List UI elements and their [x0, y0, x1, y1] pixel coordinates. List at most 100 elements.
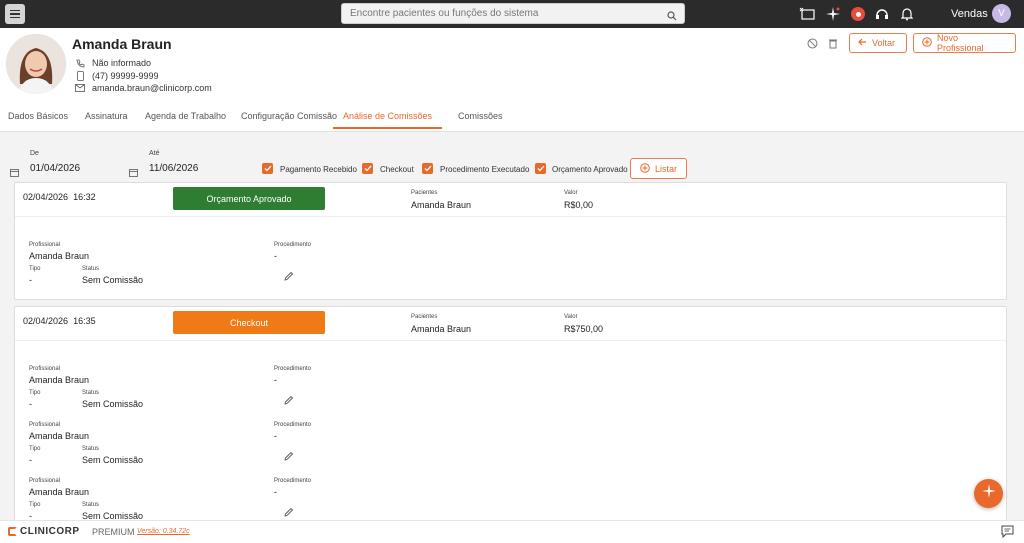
tab-analise-de-comissoes[interactable]: Análise de Comissões [333, 111, 443, 129]
delete-icon[interactable] [828, 36, 838, 54]
record-icon[interactable] [849, 5, 867, 23]
search-placeholder: Encontre pacientes ou funções do sistema [350, 8, 539, 19]
support-chat-icon[interactable] [798, 5, 816, 23]
status-label: Status [82, 446, 100, 452]
list-button[interactable]: Listar [630, 158, 687, 179]
card-date: 02/04/2026 [23, 192, 69, 202]
patient-label: Pacientes [411, 190, 438, 196]
commission-entry: Profissional Amanda Braun Procedimento -… [15, 475, 415, 521]
professional-label: Profissional [29, 242, 61, 248]
status-badge[interactable]: Checkout [173, 311, 325, 334]
user-name-label[interactable]: Vendas [951, 8, 988, 20]
card-time: 16:35 [73, 316, 96, 326]
status-badge[interactable]: Orçamento Aprovado [173, 187, 325, 210]
phone-fixed-value: Não informado [92, 58, 152, 68]
patient-name: Amanda Braun [411, 324, 472, 334]
search-icon[interactable] [667, 8, 677, 26]
back-button[interactable]: Voltar [849, 33, 907, 53]
type-label: Tipo [29, 390, 41, 396]
card-header: 02/04/2026 16:32 Orçamento Aprovado Paci… [15, 183, 1006, 217]
arrow-left-icon [858, 38, 867, 48]
email-icon [75, 84, 85, 92]
checkbox-checkout[interactable] [362, 163, 373, 174]
from-date-label: De [30, 150, 39, 157]
tab-agenda-de-trabalho[interactable]: Agenda de Trabalho [145, 111, 226, 121]
value-amount: R$0,00 [564, 200, 594, 210]
version-link[interactable]: Versão: 0.34.72c [137, 528, 190, 535]
phone-mobile-value: (47) 99999-9999 [92, 71, 159, 81]
checkbox-orcamento-aprovado[interactable] [535, 163, 546, 174]
chat-icon[interactable] [1001, 525, 1014, 543]
headset-icon[interactable] [873, 5, 891, 23]
tab-comissoes[interactable]: Comissões [458, 111, 503, 121]
plus-circle-icon [640, 162, 650, 175]
logo-mark-icon [8, 527, 17, 536]
checkbox-pagamento-recebido[interactable] [262, 163, 273, 174]
professional-value: Amanda Braun [29, 251, 90, 261]
status-value: Sem Comissão [82, 275, 144, 285]
clinicorp-logo: CLINICORP [8, 526, 80, 537]
plus-circle-icon [922, 37, 932, 49]
edit-pencil-icon[interactable] [284, 392, 294, 410]
edit-pencil-icon[interactable] [284, 504, 294, 521]
phone-fixed-row: Não informado [75, 58, 151, 68]
calendar-icon[interactable] [129, 164, 138, 182]
sparkle-icon [981, 483, 997, 504]
professional-label: Profissional [29, 422, 61, 428]
patient-name: Amanda Braun [411, 200, 472, 210]
procedure-label: Procedimento [274, 478, 312, 484]
card-header: 02/04/2026 16:35 Checkout Pacientes Aman… [15, 307, 1006, 341]
profile-tabs: Dados Básicos Assinatura Agenda de Traba… [0, 108, 1024, 132]
type-value: - [29, 399, 32, 409]
type-label: Tipo [29, 446, 41, 452]
status-value: Sem Comissão [82, 399, 144, 409]
tab-configuracao-comissao[interactable]: Configuração Comissão [241, 111, 337, 121]
card-date: 02/04/2026 [23, 316, 69, 326]
card-datetime: 02/04/2026 16:32 [23, 192, 96, 202]
list-button-label: Listar [654, 163, 677, 174]
phone-icon [75, 59, 85, 68]
checkbox-procedimento-executado[interactable] [422, 163, 433, 174]
professional-name: Amanda Braun [72, 36, 172, 52]
commission-entry: Profissional Amanda Braun Procedimento -… [15, 363, 415, 415]
calendar-icon[interactable] [10, 164, 19, 182]
professional-label: Profissional [29, 478, 61, 484]
commission-card: 02/04/2026 16:32 Orçamento Aprovado Paci… [14, 182, 1007, 300]
status-value: Sem Comissão [82, 455, 144, 465]
commission-entry: Profissional Amanda Braun Procedimento -… [15, 239, 415, 291]
card-time: 16:32 [73, 192, 96, 202]
mobile-phone-icon [75, 71, 85, 81]
professional-value: Amanda Braun [29, 431, 90, 441]
notification-bell-icon[interactable] [898, 5, 916, 23]
top-bar: Encontre pacientes ou funções do sistema… [0, 0, 1024, 28]
user-avatar[interactable]: V [992, 4, 1011, 23]
procedure-value: - [274, 375, 277, 385]
ai-assistant-fab[interactable] [974, 479, 1003, 508]
tab-assinatura[interactable]: Assinatura [85, 111, 128, 121]
new-professional-button[interactable]: Novo Profissional [913, 33, 1016, 53]
hamburger-menu-button[interactable] [5, 4, 25, 24]
status-label: Status [82, 266, 100, 272]
from-date-input[interactable]: 01/04/2026 [30, 163, 80, 174]
clinicorp-ai-icon[interactable] [824, 5, 842, 23]
value-label: Valor [564, 314, 578, 320]
professional-value: Amanda Braun [29, 487, 90, 497]
type-label: Tipo [29, 502, 41, 508]
procedure-label: Procedimento [274, 242, 312, 248]
new-professional-label: Novo Profissional [937, 33, 984, 53]
checkbox-orcamento-aprovado-label: Orçamento Aprovado [552, 165, 628, 174]
profile-header: Amanda Braun Não informado (47) 99999-99… [0, 28, 1024, 132]
type-value: - [29, 455, 32, 465]
block-icon[interactable] [807, 36, 818, 54]
edit-pencil-icon[interactable] [284, 448, 294, 466]
edit-pencil-icon[interactable] [284, 268, 294, 286]
footer: CLINICORP PREMIUM Versão: 0.34.72c [0, 520, 1024, 543]
commission-card: 02/04/2026 16:35 Checkout Pacientes Aman… [14, 306, 1007, 521]
to-date-input[interactable]: 11/06/2026 [149, 163, 198, 174]
type-label: Tipo [29, 266, 41, 272]
global-search-input[interactable]: Encontre pacientes ou funções do sistema [341, 3, 685, 24]
professional-value: Amanda Braun [29, 375, 90, 385]
checkbox-checkout-label: Checkout [380, 165, 414, 174]
status-label: Status [82, 502, 100, 508]
tab-dados-basicos[interactable]: Dados Básicos [8, 111, 68, 121]
